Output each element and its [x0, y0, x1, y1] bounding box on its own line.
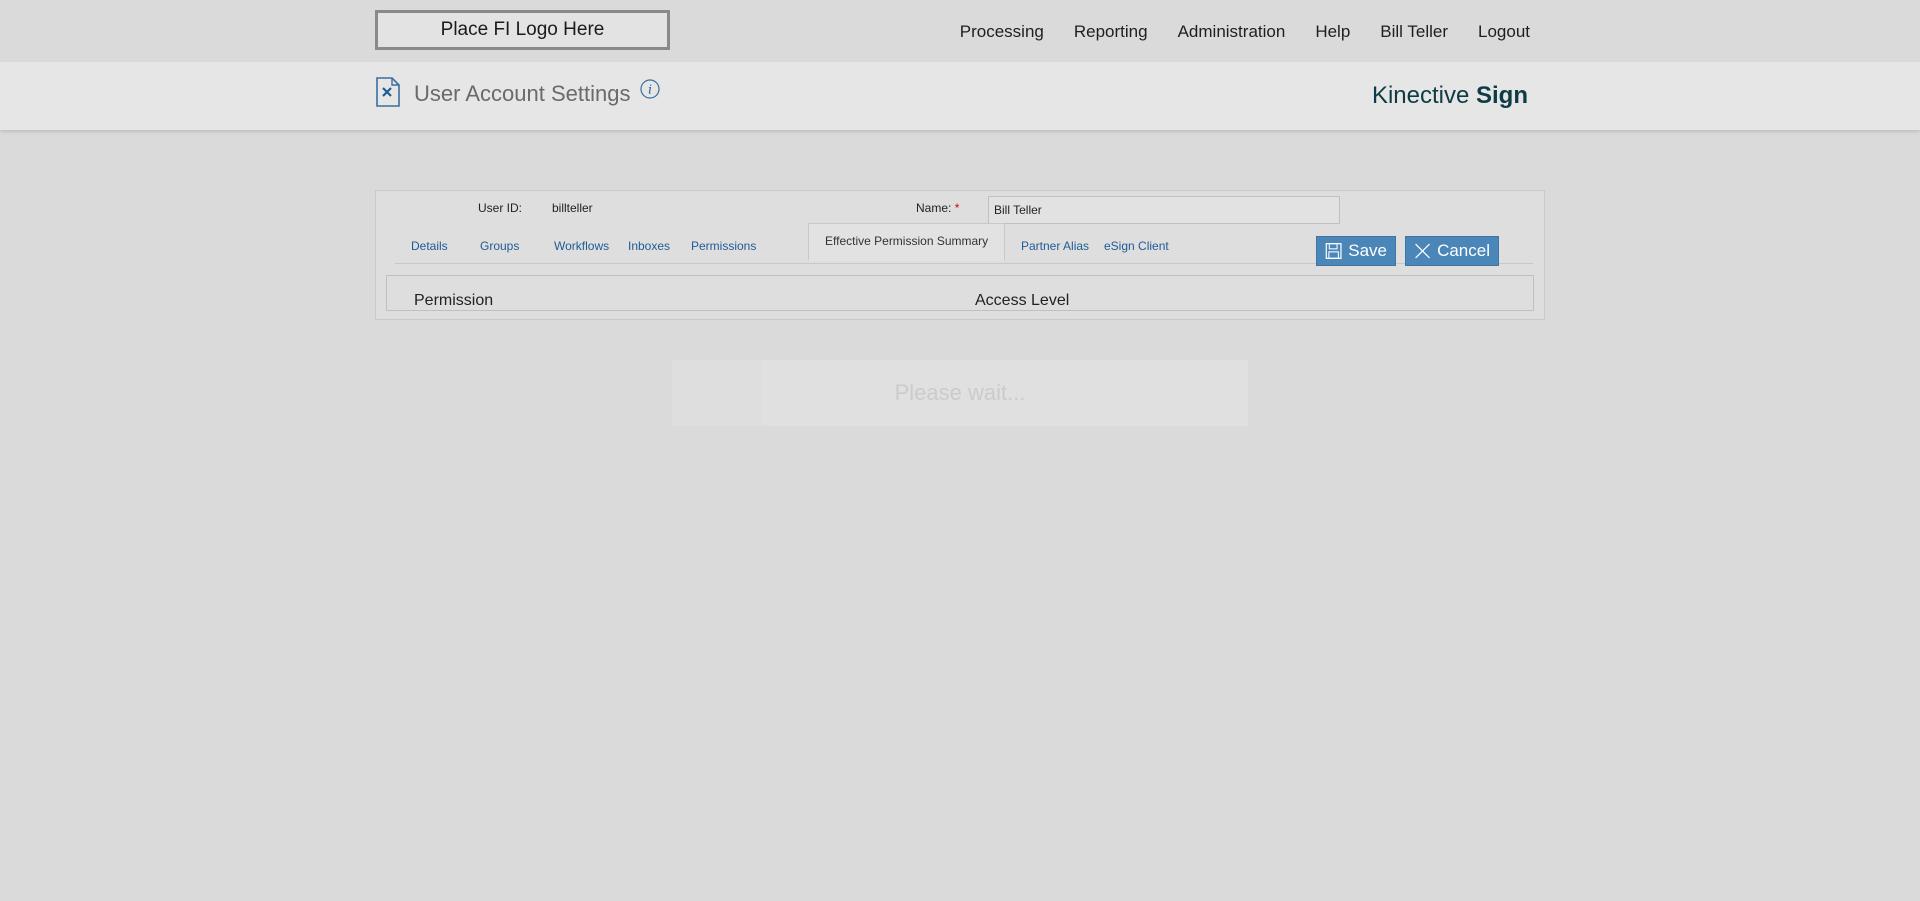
user-id-value: billteller	[552, 201, 593, 215]
page-title: User Account Settings	[414, 81, 631, 106]
close-icon	[1415, 243, 1430, 259]
tab-permissions[interactable]: Permissions	[675, 231, 772, 262]
brand-logo: Kinective Sign	[1372, 82, 1528, 110]
title-bar: User Account Settings i Kinective Sign	[0, 62, 1920, 130]
tab-groups[interactable]: Groups	[464, 231, 535, 262]
column-header-permission: Permission	[414, 292, 494, 309]
logo-placeholder[interactable]: Place FI Logo Here	[375, 10, 670, 50]
nav-user-profile[interactable]: Bill Teller	[1380, 22, 1448, 42]
logo-text: Place FI Logo Here	[440, 19, 605, 40]
tab-esign-client[interactable]: eSign Client	[1088, 231, 1185, 262]
tab-effective-permission-summary[interactable]: Effective Permission Summary	[808, 223, 1006, 261]
top-bar: Place FI Logo Here Processing Reporting …	[0, 0, 1920, 62]
user-account-panel: User ID: billteller Name: * Details Grou…	[375, 190, 1545, 320]
nav-reporting[interactable]: Reporting	[1074, 22, 1148, 42]
required-marker: *	[954, 201, 960, 215]
name-field[interactable]	[988, 196, 1340, 224]
save-button[interactable]: Save	[1316, 236, 1396, 266]
brand-name-bold: Sign	[1476, 82, 1528, 109]
loading-overlay: Please wait...	[672, 360, 1248, 426]
top-nav: Processing Reporting Administration Help…	[960, 22, 1530, 42]
loading-box: Please wait...	[762, 360, 1248, 426]
cancel-button-label: Cancel	[1437, 241, 1490, 260]
nav-administration[interactable]: Administration	[1178, 22, 1286, 42]
info-icon[interactable]: i	[640, 79, 660, 99]
name-label: Name: *	[916, 201, 959, 215]
nav-logout[interactable]: Logout	[1478, 22, 1530, 42]
nav-help[interactable]: Help	[1315, 22, 1350, 42]
brand-name: Kinective	[1371, 82, 1476, 109]
svg-text:i: i	[648, 83, 652, 97]
save-button-label: Save	[1348, 241, 1387, 260]
user-settings-page-icon	[376, 77, 400, 107]
loading-text: Please wait...	[894, 380, 1026, 405]
name-label-text: Name:	[916, 201, 952, 215]
nav-processing[interactable]: Processing	[960, 22, 1044, 42]
permission-grid-header: Permission Access Level	[386, 275, 1534, 311]
tab-details[interactable]: Details	[395, 231, 464, 262]
user-id-label: User ID:	[478, 201, 523, 215]
save-icon	[1325, 243, 1342, 259]
column-header-access-level: Access Level	[975, 292, 1070, 309]
cancel-button[interactable]: Cancel	[1405, 236, 1499, 266]
